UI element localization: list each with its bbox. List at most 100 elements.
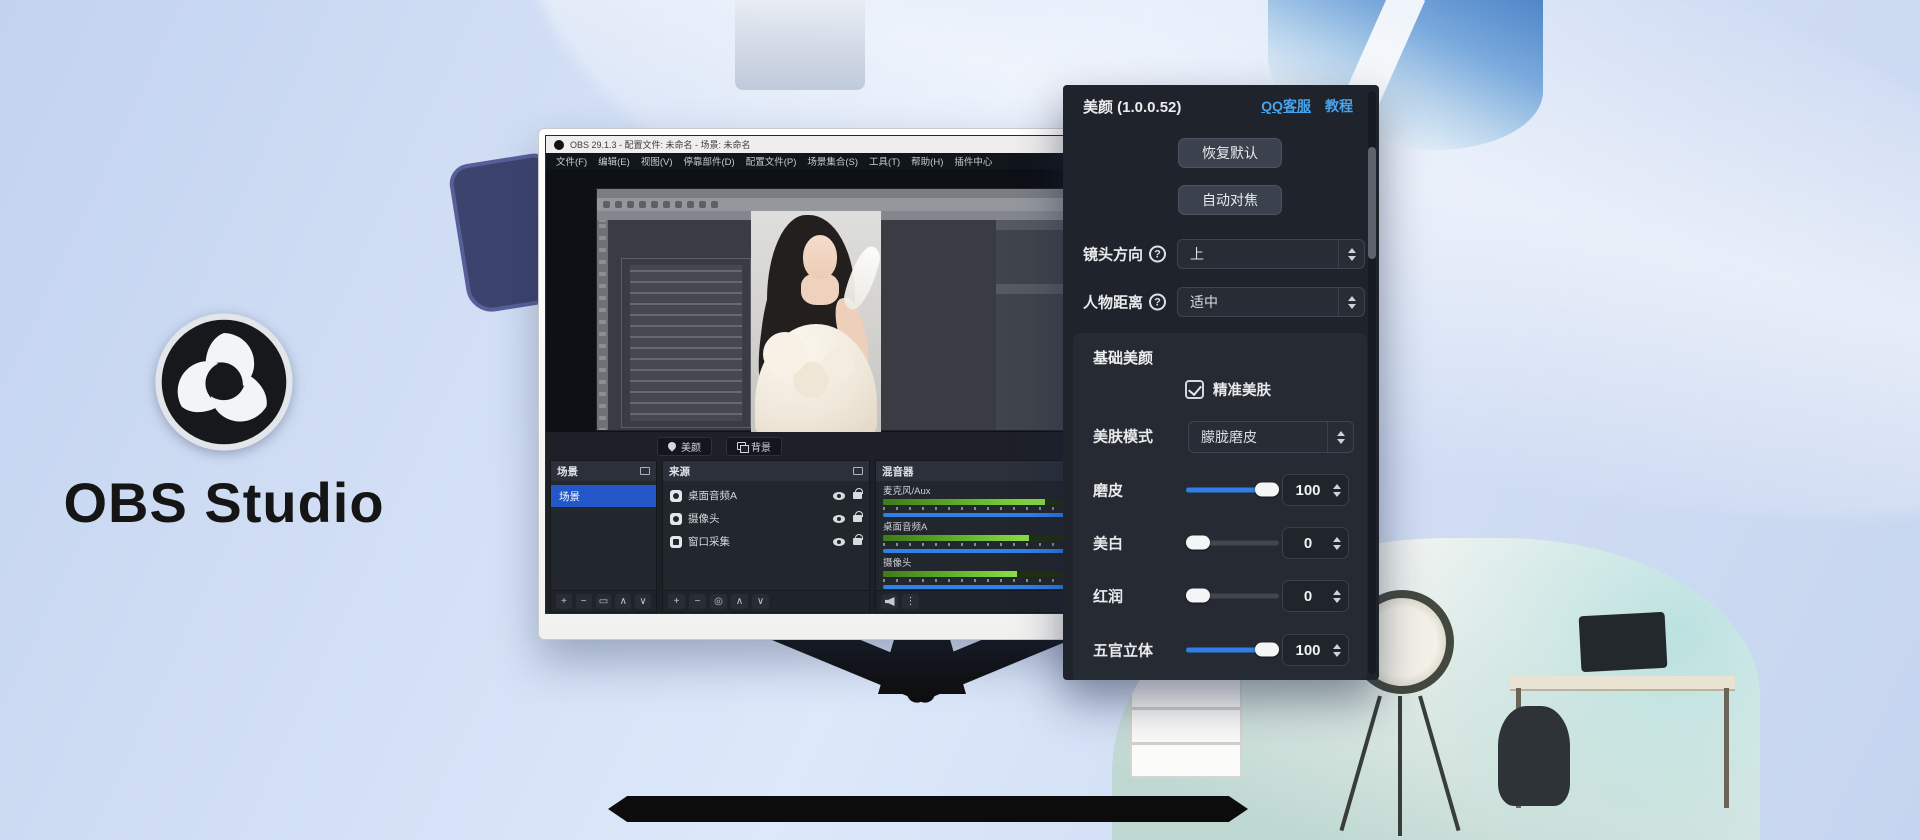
value-spinner-icon[interactable] bbox=[1333, 537, 1348, 550]
obs-logo-icon bbox=[154, 312, 294, 452]
restore-defaults-button[interactable]: 恢复默认 bbox=[1178, 138, 1282, 168]
rosy-slider[interactable] bbox=[1186, 594, 1279, 599]
speaker-button[interactable] bbox=[881, 594, 898, 609]
toolbar-button-label: 美颜 bbox=[681, 439, 701, 454]
autofocus-button[interactable]: 自动对焦 bbox=[1178, 185, 1282, 215]
smoothing-slider[interactable] bbox=[1186, 488, 1279, 493]
obs-menubar: 文件(F) 编辑(E) 视图(V) 停靠部件(D) 配置文件(P) 场景集合(S… bbox=[546, 153, 1092, 169]
menu-docks[interactable]: 停靠部件(D) bbox=[683, 154, 734, 168]
dock-popout-icon[interactable] bbox=[640, 467, 650, 475]
lens-direction-select[interactable]: 上 bbox=[1177, 239, 1365, 269]
select-spinner-icon[interactable] bbox=[1327, 422, 1353, 452]
obs-window-title: OBS 29.1.3 - 配置文件: 未命名 - 场景: 未命名 bbox=[570, 138, 751, 151]
whitening-value-box[interactable]: 0 bbox=[1282, 527, 1349, 559]
remove-source-button[interactable]: − bbox=[689, 594, 706, 609]
audio-source-icon bbox=[670, 490, 682, 502]
facial-3d-value-box[interactable]: 100 bbox=[1282, 634, 1349, 666]
source-down-button[interactable]: ∨ bbox=[752, 594, 769, 609]
slider-handle[interactable] bbox=[1186, 589, 1210, 603]
menu-help[interactable]: 帮助(H) bbox=[911, 154, 943, 168]
ps-side-panel bbox=[996, 220, 1065, 430]
select-spinner-icon[interactable] bbox=[1338, 240, 1364, 268]
slider-handle[interactable] bbox=[1255, 483, 1279, 497]
beauty-toolbar-button[interactable]: 美颜 bbox=[657, 437, 712, 456]
source-properties-button[interactable]: ◎ bbox=[710, 594, 727, 609]
ps-tool-strip bbox=[597, 220, 608, 430]
add-source-button[interactable]: + bbox=[668, 594, 685, 609]
source-item[interactable]: 摄像头 bbox=[663, 508, 869, 529]
precise-skin-row: 精准美肤 bbox=[1185, 379, 1271, 400]
value-spinner-icon[interactable] bbox=[1333, 644, 1348, 657]
tutorial-link[interactable]: 教程 bbox=[1325, 96, 1353, 116]
scrollbar-thumb[interactable] bbox=[1368, 147, 1376, 259]
value-spinner-icon[interactable] bbox=[1333, 590, 1348, 603]
lens-direction-label: 镜头方向 bbox=[1083, 244, 1143, 265]
sources-dock-header: 来源 bbox=[663, 461, 869, 481]
whitening-label: 美白 bbox=[1093, 533, 1123, 554]
smoothing-value-box[interactable]: 100 bbox=[1282, 474, 1349, 506]
visibility-eye-icon[interactable] bbox=[833, 515, 845, 523]
facial-3d-slider[interactable] bbox=[1186, 648, 1279, 653]
desk-shape bbox=[1510, 676, 1735, 689]
volume-slider[interactable] bbox=[883, 513, 1086, 517]
sources-toolbar: + − ◎ ∧ ∨ bbox=[663, 590, 869, 612]
source-item[interactable]: 窗口采集 bbox=[663, 531, 869, 552]
scene-item-selected[interactable]: 场景 bbox=[551, 485, 656, 507]
laptop-shape bbox=[1579, 612, 1668, 672]
source-item[interactable]: 桌面音频A bbox=[663, 485, 869, 506]
level-meter bbox=[883, 535, 1086, 541]
menu-scene-collection[interactable]: 场景集合(S) bbox=[807, 154, 858, 168]
remove-scene-button[interactable]: − bbox=[576, 594, 592, 609]
help-icon[interactable]: ? bbox=[1149, 294, 1166, 311]
volume-slider[interactable] bbox=[883, 585, 1086, 589]
precise-skin-checkbox[interactable] bbox=[1185, 380, 1204, 399]
mixer-options-button[interactable]: ⋮ bbox=[902, 594, 919, 609]
scene-down-button[interactable]: ∨ bbox=[635, 594, 651, 609]
audio-mixer-dock: 混音器 麦克风/Aux 桌面音频A bbox=[875, 460, 1093, 613]
scenes-dock-header: 场景 bbox=[551, 461, 656, 481]
source-up-button[interactable]: ∧ bbox=[731, 594, 748, 609]
add-scene-button[interactable]: + bbox=[556, 594, 572, 609]
panel-scrollbar[interactable] bbox=[1368, 91, 1376, 674]
menu-edit[interactable]: 编辑(E) bbox=[598, 154, 630, 168]
whitening-slider[interactable] bbox=[1186, 541, 1279, 546]
precise-skin-label: 精准美肤 bbox=[1213, 379, 1271, 400]
rosy-value-box[interactable]: 0 bbox=[1282, 580, 1349, 612]
basic-beauty-section: 基础美颜 精准美肤 美肤模式 朦胧磨皮 磨皮 bbox=[1073, 333, 1367, 680]
beauty-filter-panel: 美颜 (1.0.0.52) QQ客服 教程 恢复默认 自动对焦 镜头方向 ? 上… bbox=[1063, 85, 1379, 680]
lock-icon[interactable] bbox=[853, 492, 862, 499]
scene-filters-button[interactable]: ▭ bbox=[596, 594, 612, 609]
help-icon[interactable]: ? bbox=[1149, 246, 1166, 263]
scene-up-button[interactable]: ∧ bbox=[615, 594, 631, 609]
slider-handle[interactable] bbox=[1186, 536, 1210, 550]
visibility-eye-icon[interactable] bbox=[833, 492, 845, 500]
menu-profile[interactable]: 配置文件(P) bbox=[746, 154, 797, 168]
channel-name: 麦克风/Aux bbox=[883, 483, 1086, 497]
facial-3d-slider-row: 五官立体 100 bbox=[1073, 633, 1367, 667]
value-spinner-icon[interactable] bbox=[1333, 484, 1348, 497]
person-distance-select[interactable]: 适中 bbox=[1177, 287, 1365, 317]
scenes-toolbar: + − ▭ ∧ ∨ bbox=[551, 590, 656, 612]
volume-slider[interactable] bbox=[883, 549, 1086, 553]
visibility-eye-icon[interactable] bbox=[833, 538, 845, 546]
select-spinner-icon[interactable] bbox=[1338, 288, 1364, 316]
qq-support-link[interactable]: QQ客服 bbox=[1261, 96, 1311, 116]
window-capture-icon bbox=[670, 536, 682, 548]
beauty-panel-header: 美颜 (1.0.0.52) QQ客服 教程 bbox=[1063, 85, 1379, 127]
menu-view[interactable]: 视图(V) bbox=[641, 154, 673, 168]
obs-brand: OBS Studio bbox=[40, 312, 408, 535]
lock-icon[interactable] bbox=[853, 515, 862, 522]
dock-popout-icon[interactable] bbox=[853, 467, 863, 475]
mixer-channels: 麦克风/Aux 桌面音频A 摄像头 bbox=[876, 481, 1093, 590]
menu-tools[interactable]: 工具(T) bbox=[869, 154, 900, 168]
slider-handle[interactable] bbox=[1255, 643, 1279, 657]
level-meter bbox=[883, 571, 1086, 577]
skin-mode-select[interactable]: 朦胧磨皮 bbox=[1188, 421, 1354, 453]
menu-file[interactable]: 文件(F) bbox=[556, 154, 587, 168]
menu-plugin-center[interactable]: 插件中心 bbox=[954, 154, 992, 168]
background-toolbar-button[interactable]: 背景 bbox=[726, 437, 782, 456]
lock-icon[interactable] bbox=[853, 538, 862, 545]
rosy-label: 红润 bbox=[1093, 586, 1123, 607]
obs-preview-area bbox=[546, 169, 1093, 432]
layers-icon bbox=[737, 442, 746, 450]
